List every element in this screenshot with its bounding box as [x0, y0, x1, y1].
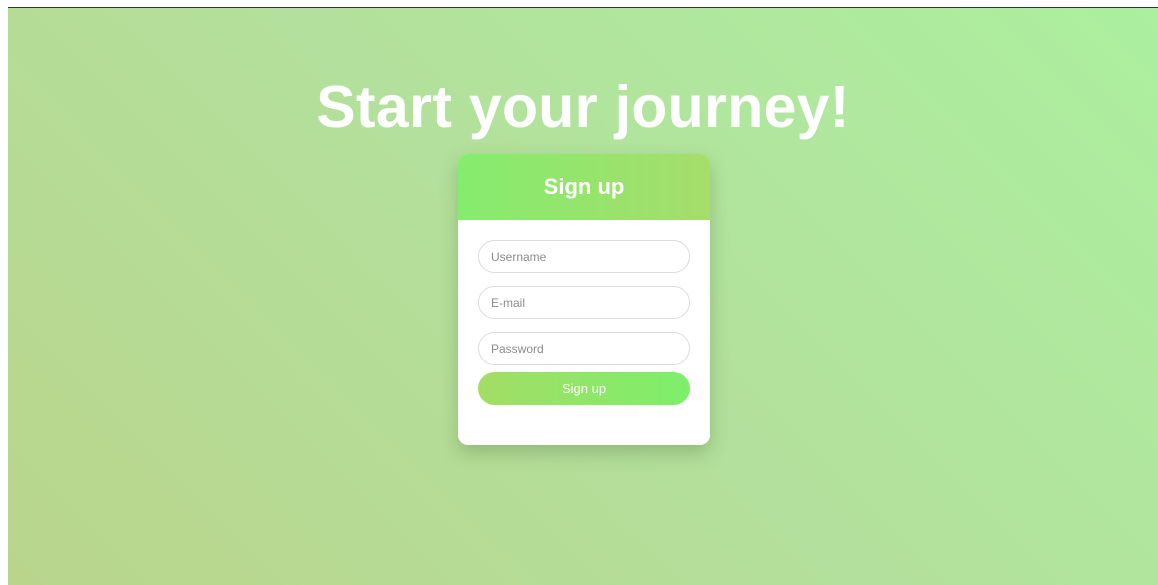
username-input[interactable]: [478, 240, 690, 273]
signup-card-header: Sign up: [458, 154, 710, 220]
page-background: Start your journey! Sign up Sign up: [8, 8, 1158, 585]
browser-viewport: Start your journey! Sign up Sign up: [0, 0, 1158, 585]
password-input[interactable]: [478, 332, 690, 365]
signup-card: Sign up Sign up: [458, 154, 710, 445]
email-input[interactable]: [478, 286, 690, 319]
signup-button[interactable]: Sign up: [478, 372, 690, 405]
signup-card-title: Sign up: [543, 174, 625, 199]
page-headline: Start your journey!: [316, 74, 850, 140]
